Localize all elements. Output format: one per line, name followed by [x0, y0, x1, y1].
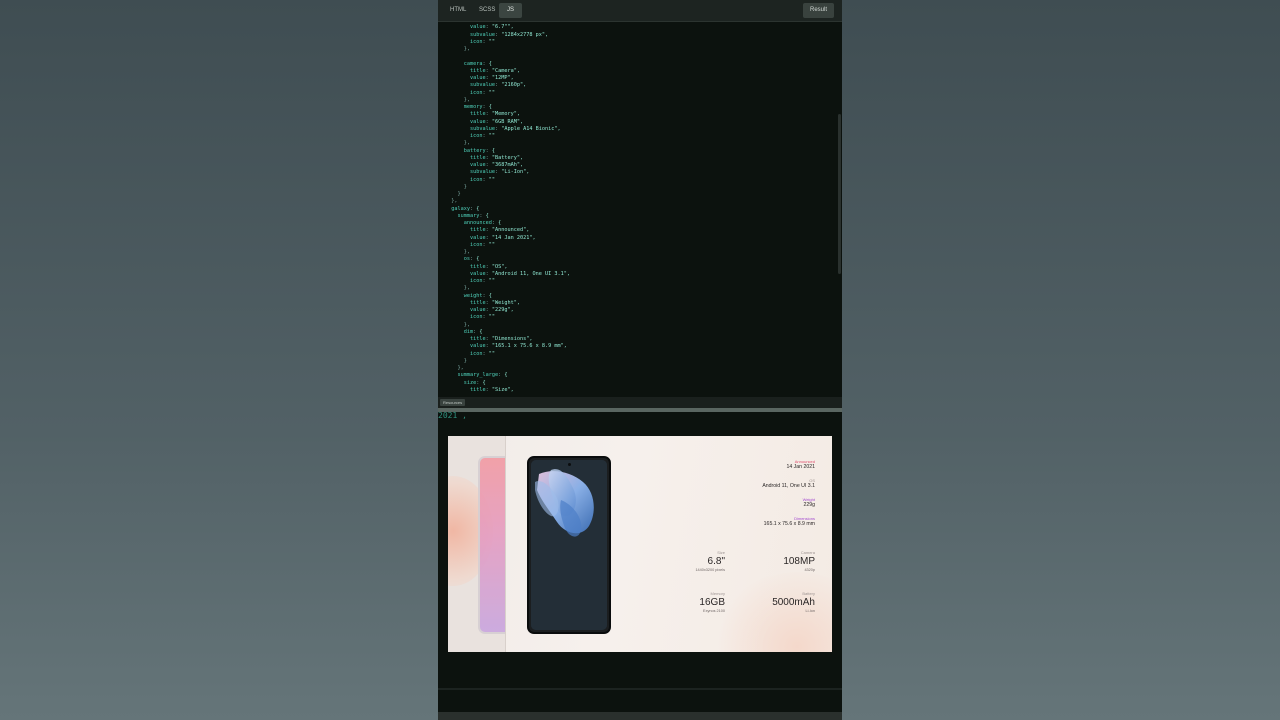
code-line: subvalue: "1284x2778 px",	[470, 31, 549, 38]
code-line: icon: ""	[470, 278, 495, 284]
code-line: galaxy: {	[451, 205, 480, 212]
code-line: },	[445, 285, 470, 292]
code-line: },	[445, 365, 464, 371]
spec-memory: Memory 16GB Exynos 2100	[699, 591, 725, 614]
code-line: memory: {	[463, 104, 492, 110]
code-line: title: "Size",	[470, 386, 514, 393]
code-line: title: "Battery",	[470, 154, 524, 161]
code-line: icon: ""	[470, 176, 495, 183]
code-line: subvalue: "2160p",	[470, 82, 527, 89]
code-line: battery: {	[463, 147, 495, 154]
code-line: value: "12MP",	[470, 75, 514, 81]
code-line: value: "Android 11, One UI 3.1",	[470, 270, 570, 277]
front-camera	[568, 463, 571, 466]
code-line: }	[445, 357, 467, 364]
code-line: size: {	[463, 379, 486, 386]
code-line: subvalue: "Li-Ion",	[470, 169, 530, 176]
tab-js[interactable]: JS	[499, 3, 523, 18]
code-line: title: "Weight",	[470, 299, 520, 306]
code-line: title: "OS",	[470, 263, 508, 270]
code-line: icon: ""	[470, 241, 495, 248]
code-line: }	[445, 191, 461, 197]
result-button[interactable]: Result	[802, 3, 834, 18]
code-line: },	[445, 140, 470, 147]
code-line: title: "Announced",	[470, 227, 530, 234]
code-line: title: "Memory",	[470, 111, 520, 118]
spec-subvalue: Exynos 2100	[703, 609, 725, 613]
spec-value: 229g	[803, 502, 815, 508]
result-divider	[438, 688, 842, 690]
spec-weight: Weight 229g	[803, 497, 815, 509]
code-line: value: "3687mAh",	[470, 162, 524, 168]
code-line: dim: {	[463, 328, 483, 335]
spec-value: Android 11, One UI 3.1	[762, 483, 815, 489]
spec-subvalue: 1440x3200 pixels	[695, 568, 725, 572]
code-line: title: "Dimensions",	[470, 336, 533, 342]
code-line: value: "14 Jan 2021",	[470, 234, 536, 241]
code-line: value: "229g",	[470, 307, 514, 313]
backdrop-right	[842, 0, 1280, 720]
background-code-text: 2021 ,	[438, 412, 467, 420]
phone-screen	[531, 460, 607, 630]
code-line: },	[445, 198, 458, 205]
editor-toolbar: HTML SCSS JS Result	[438, 0, 842, 22]
code-line: summary: {	[457, 212, 489, 219]
bottom-bar	[438, 712, 842, 720]
previous-phone-panel[interactable]	[448, 436, 506, 652]
code-line: icon: ""	[470, 314, 495, 321]
editor-scrollbar[interactable]	[838, 114, 841, 274]
spec-value: 16GB	[699, 597, 725, 608]
code-line: announced: {	[463, 220, 502, 226]
spec-os: OS Android 11, One UI 3.1	[762, 478, 815, 490]
spec-size: Size 6.8" 1440x3200 pixels	[695, 550, 725, 573]
code-line: title: "Camera",	[470, 67, 520, 74]
previous-phone-image	[478, 456, 505, 634]
code-line: },	[445, 46, 470, 52]
codepen-window: HTML SCSS JS Result title: "Size", value…	[438, 0, 842, 720]
code-line: value: "6GB RAM",	[470, 118, 524, 125]
spec-announced: Announced 14 Jan 2021	[786, 459, 815, 471]
spec-value: 6.8"	[707, 556, 725, 567]
wallpaper-graphic	[531, 460, 607, 630]
resources-bar: Resources	[438, 397, 842, 408]
code-line: icon: ""	[470, 89, 495, 96]
spec-value: 5000mAh	[772, 597, 815, 608]
backdrop-left	[0, 0, 438, 720]
code-line: },	[445, 96, 470, 103]
js-code-editor[interactable]: title: "Size", value: "6.7"", subvalue: …	[438, 22, 842, 397]
phone-spec-card: Announced 14 Jan 2021 OS Android 11, One…	[448, 436, 832, 652]
spec-value: 14 Jan 2021	[786, 464, 815, 470]
spec-battery: Battery 5000mAh Li-Ion	[772, 591, 815, 614]
code-content: title: "Size", value: "6.7"", subvalue: …	[445, 22, 570, 394]
code-line: summary_large: {	[457, 372, 508, 379]
code-line: value: "6.7"",	[470, 24, 514, 31]
code-line: icon: ""	[470, 38, 495, 45]
tab-html[interactable]: HTML	[442, 3, 474, 18]
spec-camera: Camera 108MP 4320p	[783, 550, 815, 573]
code-line: os: {	[463, 256, 480, 263]
code-line: camera: {	[463, 60, 492, 67]
code-line: },	[445, 321, 470, 328]
code-line: value: "165.1 x 75.6 x 8.9 mm",	[470, 343, 567, 350]
result-pane: 2021 , Announced 14 Jan 2021 OS Android …	[438, 412, 842, 712]
spec-subvalue: Li-Ion	[805, 609, 816, 613]
code-line: icon: ""	[470, 350, 495, 357]
spec-dimensions: Dimensions 165.1 x 75.6 x 8.9 mm	[764, 516, 815, 528]
spec-value: 108MP	[783, 556, 815, 567]
code-line: },	[445, 249, 470, 255]
galaxy-phone-image	[527, 456, 611, 634]
code-line: icon: ""	[470, 133, 495, 139]
code-line: weight: {	[463, 292, 492, 299]
spec-value: 165.1 x 75.6 x 8.9 mm	[763, 521, 815, 527]
code-line: }	[445, 183, 467, 190]
code-line: subvalue: "Apple A14 Bionic",	[470, 125, 561, 132]
spec-subvalue: 4320p	[804, 568, 815, 572]
resources-button[interactable]: Resources	[440, 399, 466, 406]
